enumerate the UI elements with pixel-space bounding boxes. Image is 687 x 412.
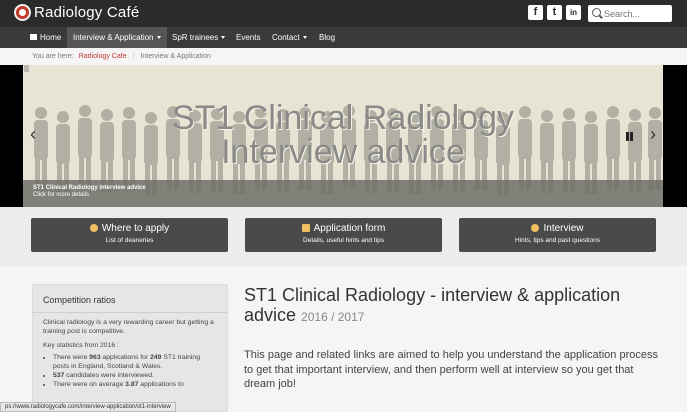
top-header: Radiology Café f t in: [0, 0, 687, 27]
breadcrumb-prefix: You are here:: [32, 53, 74, 60]
chevron-left-icon[interactable]: ‹: [30, 125, 36, 143]
carousel-slide[interactable]: ST1 Clinical Radiology Interview advice …: [23, 65, 663, 207]
users-icon: [531, 224, 540, 232]
nav-contact-label: Contact: [272, 33, 300, 42]
where-to-apply-button[interactable]: Where to apply List of deaneries: [31, 218, 228, 252]
nav-events[interactable]: Events: [230, 27, 266, 48]
pause-icon[interactable]: [626, 132, 633, 141]
page-intro: This page and related links are aimed to…: [244, 349, 658, 390]
search-input[interactable]: [604, 6, 670, 21]
interview-button[interactable]: Interview Hints, tips and past questions: [459, 218, 656, 252]
breadcrumb-separator: /: [132, 53, 135, 60]
breadcrumb-current: Interview & Application: [140, 53, 211, 60]
sidebar-stats-label: Key statistics from 2016 :: [43, 342, 119, 349]
stat-item: There were 963 applications for 249 ST1 …: [53, 353, 217, 371]
interview-sub: Hints, tips and past questions: [515, 237, 600, 244]
nav-blog[interactable]: Blog: [313, 27, 341, 48]
nav-spr-label: SpR trainees: [172, 33, 219, 42]
carousel-caption-sub: Click for more details: [33, 192, 90, 198]
carousel-caption[interactable]: ST1 Clinical Radiology interview advice …: [23, 180, 663, 207]
site-name: Radiology Café: [34, 4, 140, 21]
where-to-apply-title: Where to apply: [101, 223, 170, 234]
breadcrumb: You are here: Radiology Cafe / Interview…: [0, 48, 687, 65]
page-title-year: 2016 / 2017: [301, 310, 365, 324]
browser-status-url: ps://www.radiologycafe.com/interview-app…: [0, 402, 176, 412]
chevron-down-icon: [221, 36, 226, 40]
nav-home[interactable]: Home: [24, 27, 67, 48]
carousel-title-line1: ST1 Clinical Radiology: [171, 99, 515, 137]
chevron-down-icon: [302, 36, 307, 40]
chevron-down-icon: [156, 36, 161, 40]
nav-spr-trainees[interactable]: SpR trainees: [166, 27, 231, 48]
chevron-right-icon[interactable]: ›: [650, 125, 656, 143]
interview-title: Interview: [543, 223, 584, 234]
breadcrumb-home-link[interactable]: Radiology Cafe: [79, 53, 127, 60]
stats-list: There were 963 applications for 249 ST1 …: [33, 350, 227, 389]
nav-contact[interactable]: Contact: [266, 27, 313, 48]
facebook-icon[interactable]: f: [528, 5, 543, 20]
edit-icon: [301, 224, 310, 232]
logo-icon: [14, 4, 31, 21]
competition-ratios-panel: Competition ratios Clinical radiology is…: [32, 284, 228, 412]
search-icon: [592, 8, 601, 17]
application-form-sub: Details, useful hints and tips: [303, 237, 384, 244]
application-form-button[interactable]: Application form Details, useful hints a…: [245, 218, 442, 252]
nav-events-label: Events: [236, 33, 261, 42]
page-title: ST1 Clinical Radiology - interview & app…: [244, 285, 664, 327]
where-to-apply-sub: List of deaneries: [105, 237, 154, 244]
site-logo[interactable]: Radiology Café: [14, 4, 139, 21]
feature-buttons-band: Where to apply List of deaneries Applica…: [0, 207, 687, 266]
carousel-caption-title: ST1 Clinical Radiology interview advice: [33, 185, 146, 191]
competition-ratios-heading: Competition ratios: [33, 285, 227, 313]
nav-home-label: Home: [40, 33, 62, 42]
hero-carousel: ST1 Clinical Radiology Interview advice …: [0, 65, 687, 207]
linkedin-icon[interactable]: in: [566, 5, 581, 20]
search-box[interactable]: [588, 5, 672, 22]
nav-interview-application[interactable]: Interview & Application: [67, 27, 167, 48]
application-form-title: Application form: [313, 223, 386, 234]
stat-item: 537 candidates were interviewed.: [53, 371, 217, 380]
twitter-icon[interactable]: t: [547, 5, 562, 20]
home-icon: [30, 34, 37, 40]
nav-blog-label: Blog: [319, 33, 336, 42]
main-nav: Home Interview & Application SpR trainee…: [0, 27, 687, 48]
nav-interview-label: Interview & Application: [73, 33, 154, 42]
carousel-title: ST1 Clinical Radiology Interview advice: [23, 101, 663, 169]
stat-item: There were on average 3.87 applications …: [53, 380, 217, 389]
sidebar-intro: Clinical radiology is a very rewarding c…: [43, 319, 214, 335]
carousel-title-line2: Interview advice: [221, 133, 465, 171]
question-circle-icon: [89, 224, 98, 232]
content-area: Competition ratios Clinical radiology is…: [0, 266, 687, 412]
